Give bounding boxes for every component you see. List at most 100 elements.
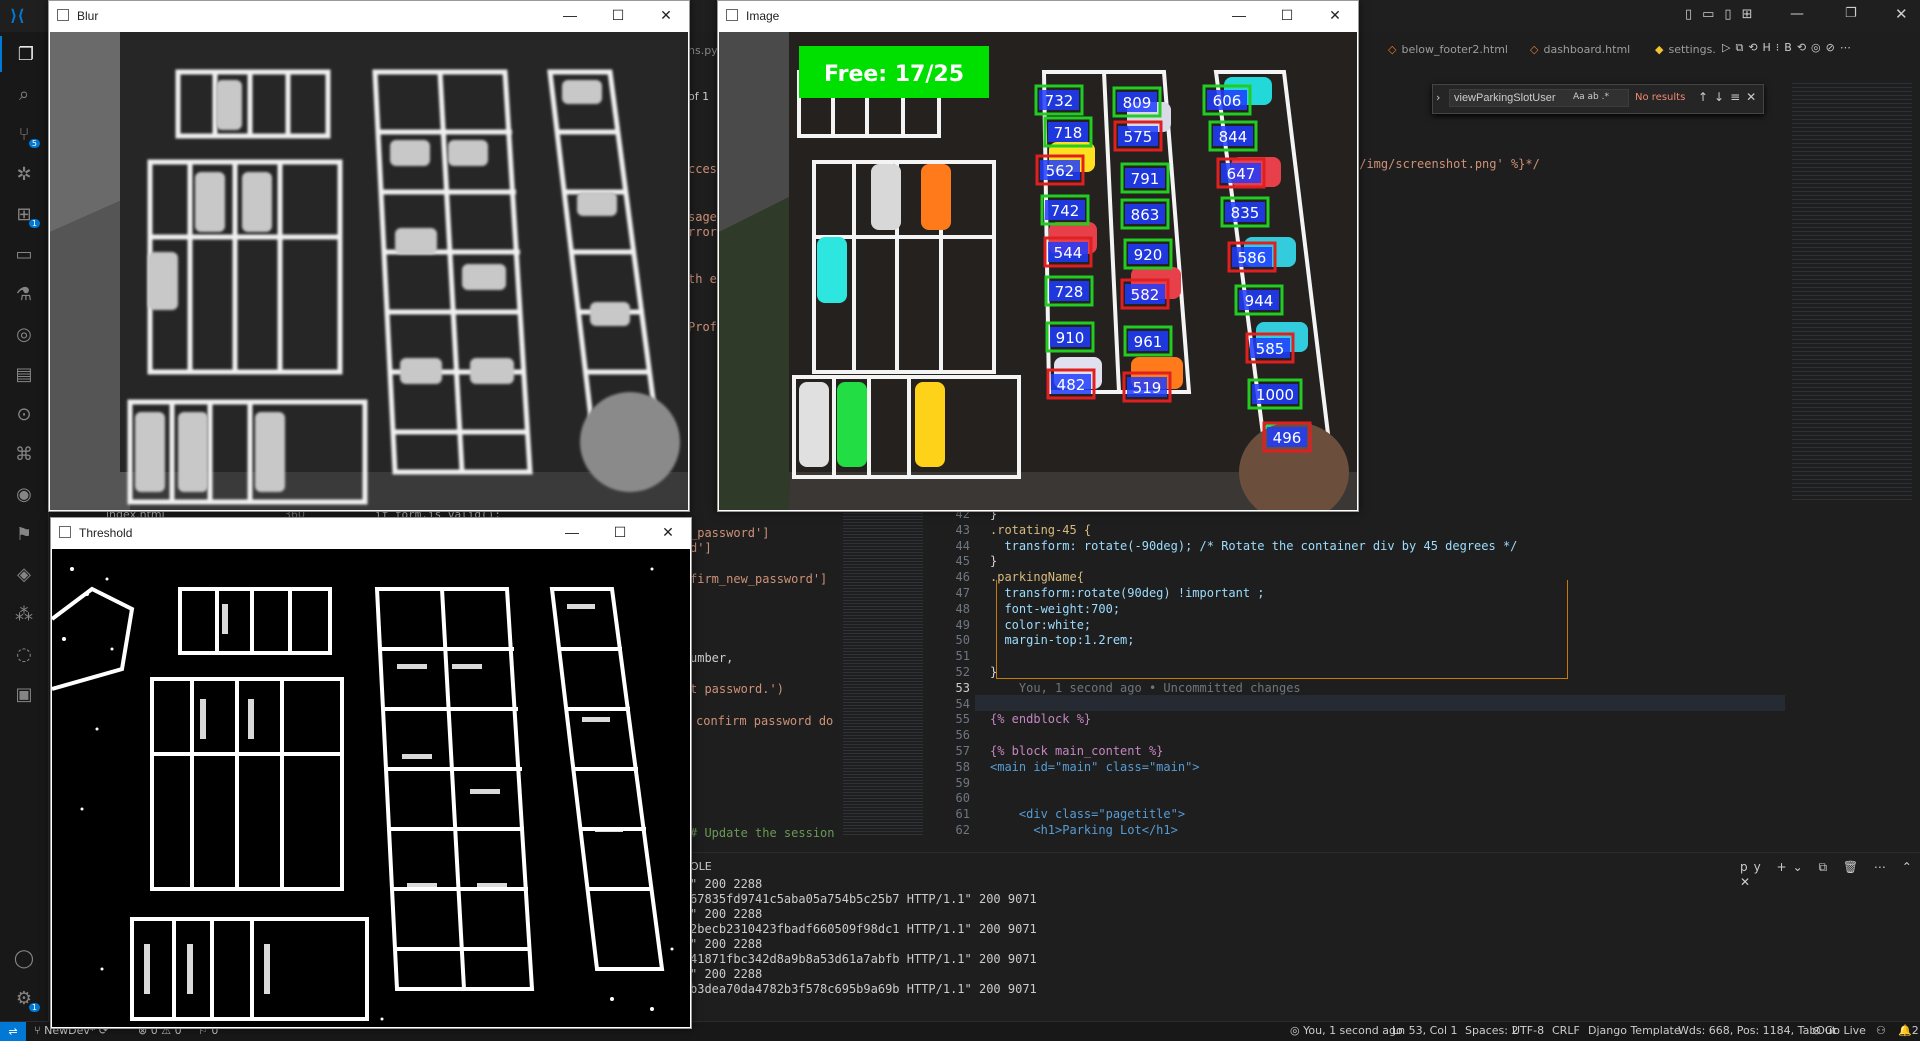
slot-id: 496 [1273,429,1302,447]
terminal-line: " 200 2288 [690,967,763,981]
window-title: Threshold [79,526,133,540]
threshold-window: Threshold — ☐ ✕ [50,517,692,1029]
panel-toolbar[interactable]: py +⌄ ⧉ 🗑 ⋯ ⌃ ✕ [1740,860,1920,889]
source-control-badge: 5 [28,139,40,148]
slot-id: 791 [1131,170,1160,188]
python-icon[interactable]: ⌘ [0,436,48,472]
language-mode[interactable]: Django Template [1588,1024,1681,1037]
line-number: 55 [955,712,970,727]
image-titlebar[interactable]: Image — ☐ ✕ [718,1,1358,31]
html-file-icon: ◇ [1388,42,1397,56]
maximize-button[interactable]: ☐ [1276,5,1298,25]
editor-fragment: umber, [690,651,734,665]
window-restore-button[interactable]: ❐ [1845,6,1857,21]
slot-id: 732 [1045,92,1074,110]
go-live-button[interactable]: ⊙ Go Live [1812,1024,1866,1037]
encoding[interactable]: UTF-8 [1512,1024,1544,1037]
minimize-button[interactable]: — [559,5,581,25]
line-number: 56 [955,728,970,743]
minimize-button[interactable]: — [1228,5,1250,25]
slot-id: 863 [1131,206,1160,224]
maximize-button[interactable]: ☐ [609,522,631,542]
line-number: 60 [955,791,970,806]
minimap-right[interactable] [1792,80,1912,500]
run-debug-icon[interactable]: ✲ [0,156,48,192]
threshold-titlebar[interactable]: Threshold — ☐ ✕ [51,518,691,548]
line-number: 59 [955,775,970,790]
window-icon [59,526,71,538]
live-share-icon[interactable]: ◎ [0,316,48,352]
slot-id: 1000 [1256,386,1294,404]
end-of-line[interactable]: CRLF [1552,1024,1580,1037]
slot-id: 585 [1256,340,1285,358]
layout-toggle-icons[interactable]: ▯▭▯⊞ [1685,7,1762,22]
editor-actions-toolbar[interactable]: ▷⧉⟲H⁝B⟲◎⊘⋯ [1722,41,1856,55]
editor-fragment: Prof [688,320,717,334]
source-control-icon[interactable]: ⑂ 5 [0,116,48,152]
bookmark-icon[interactable]: ⚑ [0,516,48,552]
slot-id: 809 [1123,94,1152,112]
line-number: 54 [955,696,970,711]
close-button[interactable]: ✕ [657,522,679,542]
comments-icon[interactable]: ▣ [0,676,48,712]
terminal-line: " 200 2288 [690,877,763,891]
accounts-icon[interactable]: ◯ [0,940,48,976]
gitlens-icon[interactable]: ⊙ [0,396,48,432]
minimize-button[interactable]: — [561,522,583,542]
editor-fragment: # Update the session [690,826,835,840]
toggle-replace-icon[interactable]: › [1436,91,1440,104]
maximize-button[interactable]: ☐ [607,5,629,25]
line-number: 58 [955,759,970,774]
tab-below-footer2[interactable]: ◇ below_footer2.html [1388,38,1508,60]
remote-explorer-icon[interactable]: ▭ [0,236,48,272]
json-icon[interactable]: ◉ [0,476,48,512]
search-icon[interactable]: ⌕ [0,76,48,112]
panel-border [690,852,1920,853]
folder-icon[interactable]: ▤ [0,356,48,392]
editor-fragment: t password.') [690,682,784,696]
slot-id: 647 [1227,165,1256,183]
testing-icon[interactable]: ⚗ [0,276,48,312]
code-line: {% endblock %} [990,712,1092,727]
plugins-icon[interactable]: ⁂ [0,596,48,632]
window-title: Blur [77,9,99,23]
slot-id: 544 [1054,244,1083,262]
close-button[interactable]: ✕ [1324,5,1346,25]
slot-id: 718 [1054,124,1083,142]
explorer-icon[interactable]: ❐ [0,36,50,72]
blame-indicator[interactable]: ◎ You, 1 second ago [1290,1024,1403,1037]
slot-id: 519 [1133,379,1162,397]
find-nav-icons[interactable]: ↑↓≡✕ [1698,90,1762,104]
panel-tab-debug-console[interactable]: OLE [690,860,712,873]
indentation[interactable]: Spaces: 2 [1465,1024,1518,1037]
slot-id: 575 [1124,128,1153,146]
close-button[interactable]: ✕ [655,5,677,25]
window-close-button[interactable]: ✕ [1895,5,1908,23]
copilot-icon[interactable]: ⚇ [1876,1024,1886,1037]
minimap-left[interactable] [843,505,923,835]
editor-fragment: _password'] [690,526,770,540]
slot-id: 844 [1219,128,1248,146]
cursor-position[interactable]: Ln 53, Col 1 [1392,1024,1458,1037]
docker-icon[interactable]: ◈ [0,556,48,592]
notifications-bell-icon[interactable]: 🔔2 [1898,1024,1919,1037]
window-minimize-button[interactable]: — [1790,6,1804,22]
blur-image [50,32,688,510]
terminal-line: " 200 2288 [690,937,763,951]
settings-gear-icon[interactable]: ⚙ 1 [0,980,48,1016]
window-icon [726,9,738,21]
python-file-icon: ◆ [1655,42,1664,56]
github-icon[interactable]: ◌ [0,636,48,672]
tab-dashboard[interactable]: ◇ dashboard.html [1530,38,1630,60]
remote-indicator-icon[interactable]: ⇌ [0,1022,26,1041]
line-number: 52 [955,665,970,679]
blur-titlebar[interactable]: Blur — ☐ ✕ [49,1,689,31]
tab-settings[interactable]: ◆ settings. [1655,38,1716,60]
extensions-icon[interactable]: ⊞ 1 [0,196,48,232]
slot-id: 961 [1134,333,1163,351]
terminal-line: " 200 2288 [690,907,763,921]
editor-fragment: s/img/screenshot.png' %}*/ [1352,157,1540,171]
find-options-icons[interactable]: Aa ab .* [1573,92,1609,102]
terminal-shell-label: py [1740,860,1767,874]
current-line-highlight [975,695,1785,711]
